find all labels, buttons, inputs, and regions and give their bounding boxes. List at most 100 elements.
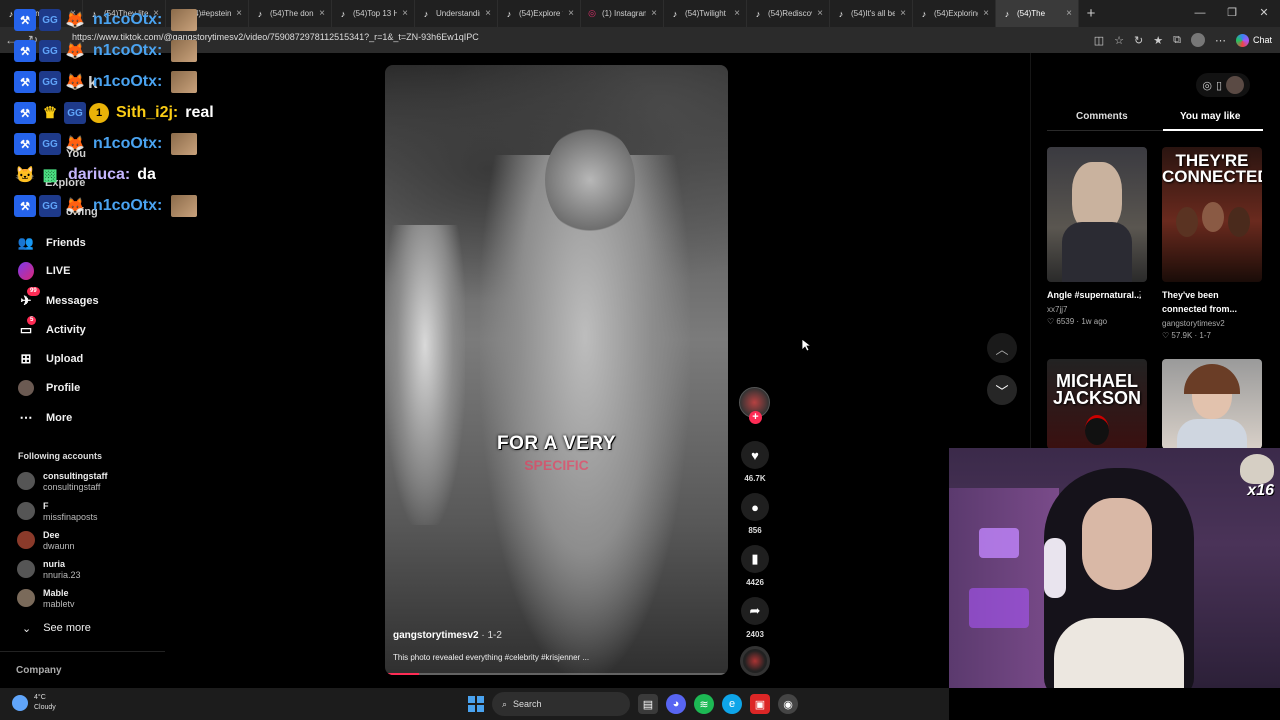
following-account[interactable]: Mable mabletv [17, 588, 75, 610]
video-figure [385, 225, 465, 525]
minimize-icon[interactable]: — [1184, 0, 1216, 27]
card-author: gangstorytimesv2 [1162, 319, 1225, 328]
favorite-star-icon[interactable]: ☆ [1114, 34, 1124, 47]
new-tab-button[interactable]: + [1079, 5, 1103, 22]
following-account[interactable]: Dee dwaunn [17, 530, 75, 552]
sidebar-item-activity[interactable]: ▭ 5 Activity [18, 316, 86, 338]
close-tab-icon[interactable]: × [983, 8, 989, 19]
close-tab-icon[interactable]: × [236, 8, 242, 19]
close-window-icon[interactable]: ✕ [1248, 0, 1280, 27]
video-thumbnail: MICHAEL JACKSON [1047, 359, 1147, 449]
file-explorer-icon[interactable]: ▤ [638, 694, 658, 714]
tab-you-may-like[interactable]: You may like [1180, 111, 1240, 122]
favorites-icon[interactable]: ★ [1153, 34, 1163, 47]
close-tab-icon[interactable]: × [817, 8, 823, 19]
recommended-video-card[interactable]: THEY'RE CONNECTED They've been connected… [1162, 147, 1262, 340]
video-player[interactable]: FOR A VERY SPECIFIC gangstorytimesv2 · 1… [385, 65, 728, 675]
close-tab-icon[interactable]: × [402, 8, 408, 19]
close-tab-icon[interactable]: × [485, 8, 491, 19]
recommended-video-card[interactable]: MICHAEL JACKSON [1047, 359, 1147, 449]
coin-icon[interactable]: ◎ [1202, 79, 1212, 92]
recommended-video-card[interactable] [1162, 359, 1262, 449]
following-account[interactable]: Fmissfinaposts [17, 501, 98, 523]
windows-start-icon[interactable] [468, 696, 484, 712]
edge-icon[interactable]: e [722, 694, 742, 714]
copilot-chat-button[interactable]: Chat [1235, 33, 1272, 47]
close-tab-icon[interactable]: × [900, 8, 906, 19]
tiktok-icon: ♪ [755, 8, 761, 19]
card-more-icon[interactable]: ⋮ [1135, 290, 1145, 301]
obs-icon[interactable]: ◉ [778, 694, 798, 714]
follow-plus-icon[interactable]: + [749, 411, 762, 424]
browser-tab[interactable]: ◎ (1) Instagram × [581, 0, 664, 27]
chat-message: ⚒ GG 🦊 n1coOtx: [14, 132, 198, 156]
comment-button[interactable]: ● 856 [738, 493, 772, 535]
share-button[interactable]: ➦ 2403 [738, 597, 772, 639]
device-icon[interactable]: ▯ [1216, 79, 1222, 92]
recommended-video-card[interactable]: Angle #supernatural... xx7jj7 ♡ 6539 · 1… [1047, 147, 1147, 326]
browser-tab[interactable]: ♪ (54)It's all be × [830, 0, 913, 27]
save-button[interactable]: ▮ 4426 [738, 545, 772, 587]
sidebar-item-label: Upload [46, 353, 84, 365]
tab-comments[interactable]: Comments [1076, 111, 1128, 122]
sidebar-item-more[interactable]: ⋯ More [18, 410, 73, 426]
close-tab-icon[interactable]: × [568, 8, 574, 19]
spotify-icon[interactable]: ≋ [694, 694, 714, 714]
browser-tab[interactable]: ♪ (54)Explore t × [498, 0, 581, 27]
browser-tab[interactable]: ♪ (54)Twilight × [664, 0, 747, 27]
following-account[interactable]: nuria nnuria.23 [17, 559, 81, 581]
browser-tab[interactable]: ♪ (54)Rediscov × [747, 0, 830, 27]
like-button[interactable]: ♥ 46.7K [738, 441, 772, 483]
following-account[interactable]: consultingstaff consultingstaff [17, 471, 108, 493]
account-handle: mabletv [43, 599, 75, 609]
avatar [17, 502, 35, 520]
sidebar-item-profile[interactable]: Profile [18, 380, 80, 396]
collections-icon[interactable]: ⧉ [1173, 34, 1181, 47]
see-more-button[interactable]: ⌄ See more [22, 622, 91, 635]
fox-badge-icon: 🦊 [65, 74, 85, 91]
sidebar-item-live[interactable]: LIVE [18, 262, 70, 280]
card-title: They've been connected from... [1162, 290, 1238, 314]
refresh-page-icon[interactable]: ↻ [1134, 34, 1143, 47]
hammer-badge-icon: ⚒ [14, 195, 36, 217]
user-avatar[interactable] [1226, 76, 1244, 94]
previous-video-button[interactable]: ︿ [987, 333, 1017, 363]
hammer-badge-icon: ⚒ [14, 102, 36, 124]
split-screen-icon[interactable]: ◫ [1094, 34, 1104, 47]
browser-tab[interactable]: ♪ (54)The × [996, 0, 1079, 27]
weather-condition: Cloudy [34, 704, 56, 711]
video-author[interactable]: gangstorytimesv2 · 1-2 [393, 630, 502, 641]
sidebar-item-friends[interactable]: 👥 Friends [18, 235, 86, 251]
close-tab-icon[interactable]: × [651, 8, 657, 19]
tiktok-icon: ♪ [1004, 8, 1010, 19]
browser-tab[interactable]: ♪ (54)Exploring × [913, 0, 996, 27]
settings-more-icon[interactable]: ⋯ [1215, 34, 1226, 47]
taskbar-search[interactable]: ⌕ Search [492, 692, 630, 716]
browser-tab[interactable]: ♪ Understandin × [415, 0, 498, 27]
upload-icon: ⊞ [20, 351, 32, 366]
close-tab-icon[interactable]: × [734, 8, 740, 19]
browser-tab[interactable]: ♪ (54)Top 13 H × [332, 0, 415, 27]
browser-profile-avatar[interactable] [1190, 33, 1205, 47]
activity-icon: ▭ 5 [18, 316, 37, 338]
close-tab-icon[interactable]: × [319, 8, 325, 19]
sidebar-divider [0, 651, 165, 652]
chat-emote [171, 195, 198, 217]
next-video-button[interactable]: ﹀ [987, 375, 1017, 405]
weather-widget[interactable]: 4°C Cloudy [12, 693, 56, 713]
browser-tab[interactable]: ♪ (54)The donu × [249, 0, 332, 27]
company-link[interactable]: Company [16, 665, 62, 676]
video-description[interactable]: This photo revealed everything #celebrit… [393, 653, 589, 662]
robot-badge-icon: ▩ [42, 167, 58, 184]
account-name: nuria [43, 559, 66, 569]
app-icon[interactable]: ▣ [750, 694, 770, 714]
music-disc-icon[interactable] [740, 646, 770, 676]
maximize-icon[interactable]: ❐ [1216, 0, 1248, 27]
discord-icon[interactable]: ◕ [666, 694, 686, 714]
sidebar-item-upload[interactable]: ⊞ Upload [18, 351, 84, 367]
crown-badge-icon: ♛ [42, 105, 58, 122]
close-tab-icon[interactable]: × [1066, 8, 1072, 19]
video-progress-bar[interactable] [385, 673, 728, 675]
sidebar-item-messages[interactable]: ✈ 99 Messages [18, 287, 99, 309]
account-name: Dee [43, 530, 60, 540]
